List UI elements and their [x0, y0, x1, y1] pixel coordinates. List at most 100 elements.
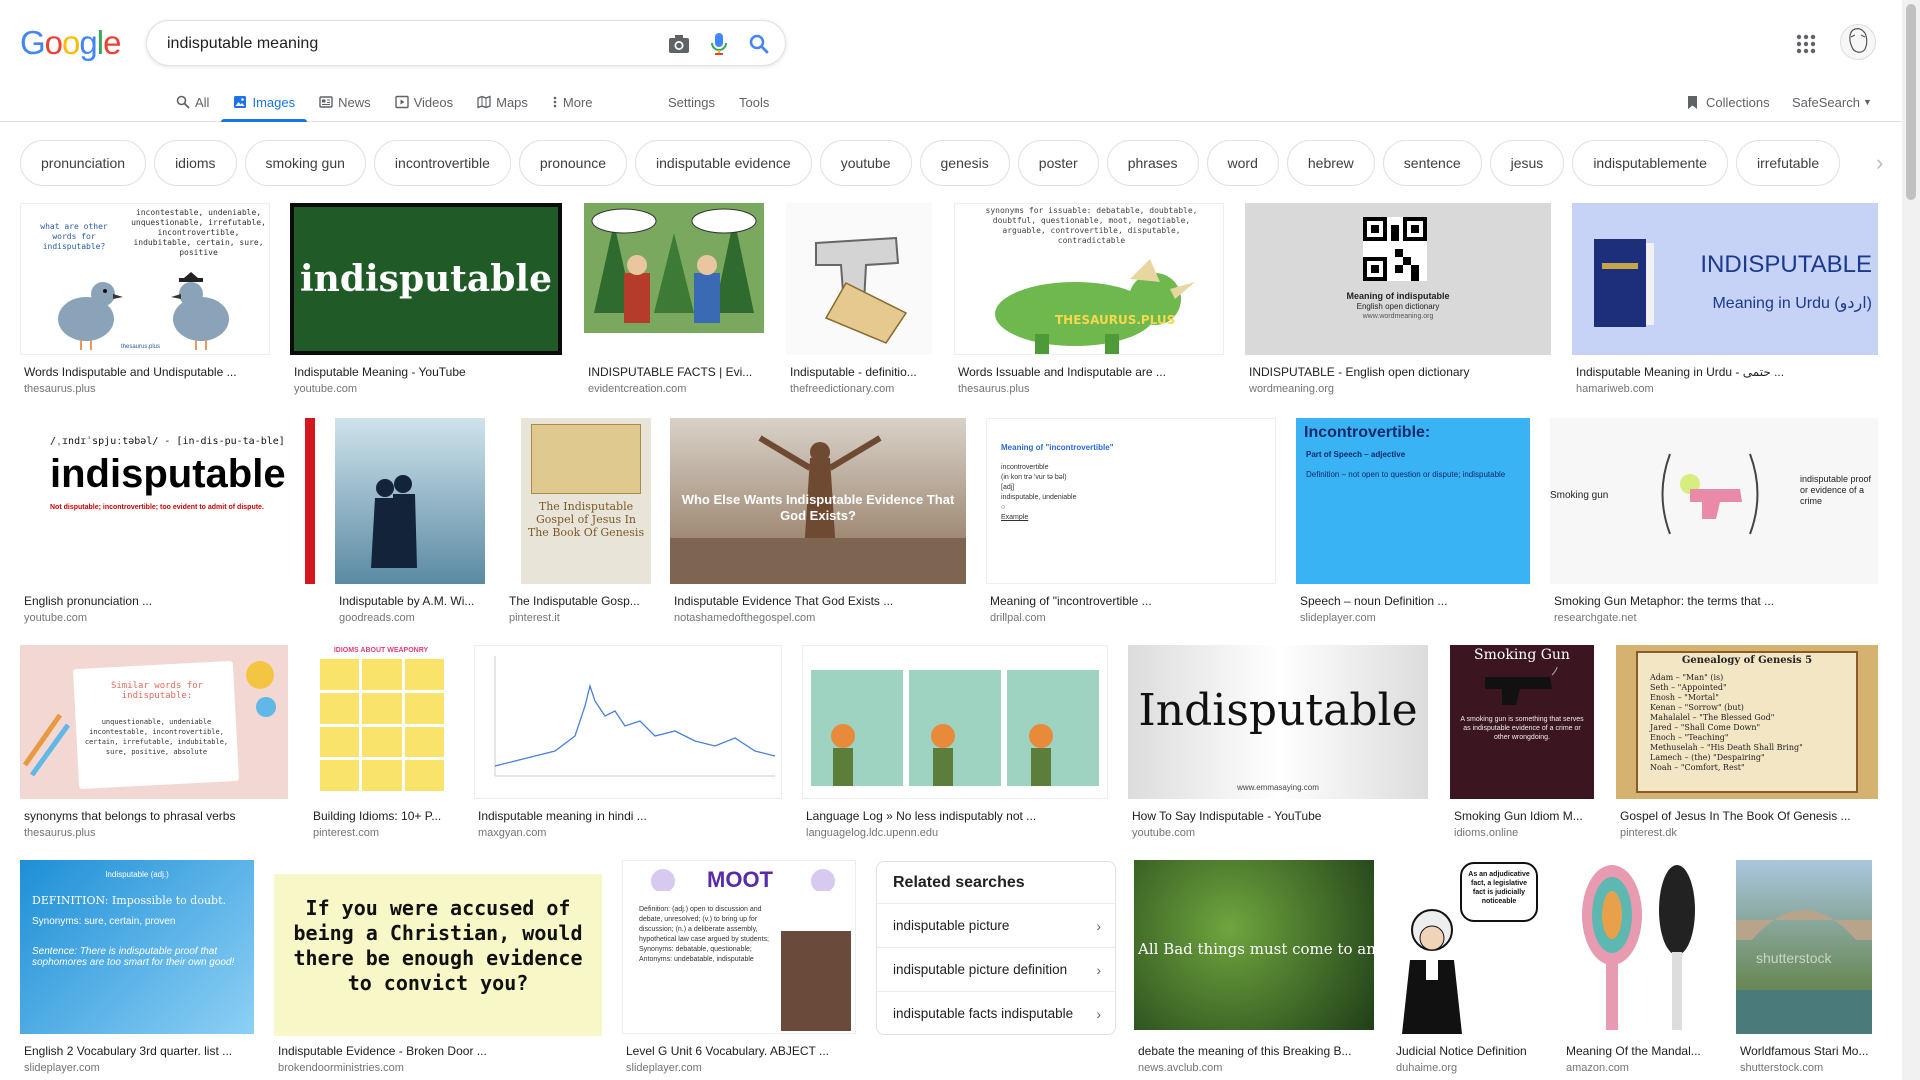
chip-sentence[interactable]: sentence — [1382, 140, 1482, 186]
image-result[interactable]: Smoking Gun A smoking gun is something t… — [1450, 645, 1594, 839]
chip-smoking-gun[interactable]: smoking gun — [244, 140, 366, 186]
thumbnail-couple-silhouette — [335, 418, 485, 584]
thumbnail-incontrovertible: Meaning of "incontrovertible" incontrove… — [986, 418, 1276, 584]
related-searches: Related searches indisputable picture › i… — [876, 861, 1116, 1035]
image-result[interactable]: Meaning of "incontrovertible" incontrove… — [986, 418, 1276, 624]
microphone-icon[interactable] — [707, 32, 731, 56]
image-result[interactable]: what are other words for indisputable? i… — [20, 203, 270, 395]
chip-jesus[interactable]: jesus — [1489, 140, 1565, 186]
collections-link[interactable]: Collections — [1686, 82, 1770, 122]
camera-icon[interactable] — [667, 32, 691, 56]
logo-letter: g — [79, 24, 97, 61]
thumbnail-comic — [802, 645, 1108, 799]
chip-incontrovertible[interactable]: incontrovertible — [373, 140, 511, 186]
thumbnail-urdu-dictionary: INDISPUTABLE Meaning in Urdu (اردو) — [1572, 203, 1878, 355]
chip-irrefutable[interactable]: irrefutable — [1735, 140, 1841, 186]
thumbnail-gun-paper — [786, 203, 932, 355]
logo-letter: o — [44, 24, 63, 61]
apps-grid-icon[interactable] — [1794, 32, 1818, 56]
chip-hebrew[interactable]: hebrew — [1286, 140, 1375, 186]
related-searches-title: Related searches — [893, 874, 1025, 891]
image-result[interactable]: MOOT Definition: (adj.) open to discussi… — [622, 860, 856, 1080]
related-search-item[interactable]: indisputable picture definition › — [877, 947, 1115, 991]
search-box[interactable] — [146, 20, 786, 66]
chevron-right-icon[interactable]: › — [1876, 150, 1900, 175]
image-result[interactable]: The Indisputable Gospel of Jesus In The … — [505, 418, 651, 624]
chip-phrases[interactable]: phrases — [1106, 140, 1199, 186]
thumbnail-pigeons: what are other words for indisputable? i… — [20, 203, 270, 355]
image-result[interactable]: Similar words for indisputable: unquesti… — [20, 645, 288, 839]
search-tabs: All Images News Videos Maps More — [164, 82, 605, 122]
thumbnail-judge-cartoon: As an adjudicative fact, a legislative f… — [1392, 860, 1542, 1034]
image-result[interactable]: indisputable Indisputable Meaning - YouT… — [290, 203, 562, 395]
chip-word[interactable]: word — [1206, 140, 1279, 186]
book-icon — [1594, 239, 1654, 327]
suggestion-chips: pronunciation idioms smoking gun incontrove… — [20, 140, 1880, 186]
image-result[interactable]: As an adjudicative fact, a legislative f… — [1392, 860, 1542, 1080]
news-icon — [319, 96, 333, 108]
image-result[interactable]: Indisputable www.emmasaying.com How To S… — [1128, 645, 1428, 839]
image-result[interactable]: Incontrovertible: Part of Speech – adjec… — [1296, 418, 1530, 624]
tab-images[interactable]: Images — [221, 82, 307, 122]
search-icon — [176, 95, 190, 109]
chip-pronunciation[interactable]: pronunciation — [20, 140, 147, 186]
related-search-item[interactable]: indisputable facts indisputable › — [877, 991, 1115, 1035]
safesearch-dropdown[interactable]: SafeSearch ▼ — [1792, 82, 1872, 122]
scrollbar-thumb[interactable] — [1906, 4, 1916, 200]
image-result[interactable]: Language Log » No less indisputably not … — [802, 645, 1108, 839]
chip-poster[interactable]: poster — [1017, 140, 1099, 186]
image-result[interactable]: Indisputable meaning in hindi ... maxgya… — [474, 645, 782, 839]
image-result[interactable]: IDIOMS ABOUT WEAPONRY Building Idioms: 1… — [309, 645, 458, 839]
search-input[interactable] — [167, 32, 627, 56]
chip-pronounce[interactable]: pronounce — [518, 140, 628, 186]
image-result[interactable]: Indisputable (adj.) DEFINITION: Impossib… — [20, 860, 254, 1080]
tab-news[interactable]: News — [307, 82, 383, 122]
image-icon — [234, 96, 247, 108]
search-icon[interactable] — [747, 32, 771, 56]
chip-indisputable-evidence[interactable]: indisputable evidence — [635, 140, 812, 186]
thumbnail-smoking-gun-metaphor: Smoking gun indisputable proof or eviden… — [1550, 418, 1878, 584]
chip-indisputablemente[interactable]: indisputablemente — [1572, 140, 1728, 186]
image-result[interactable]: /ˌɪndɪˈspjuːtəbəl/ - [in-dis-pu-ta-ble] … — [20, 418, 315, 624]
settings-link[interactable]: Settings — [668, 82, 715, 122]
image-result[interactable]: Indisputable by A.M. Wi... goodreads.com — [335, 418, 485, 624]
thumbnail-qr-code: Meaning of indisputable English open dic… — [1245, 203, 1551, 355]
image-result[interactable]: Who Else Wants Indisputable Evidence Tha… — [670, 418, 966, 624]
thumbnail-stari-most: shutterstock — [1736, 860, 1872, 1034]
tab-more[interactable]: More — [540, 82, 605, 122]
chip-idioms[interactable]: idioms — [154, 140, 237, 186]
image-result[interactable]: Meaning Of the Mandal... amazon.com — [1562, 860, 1716, 1080]
page-scrollbar[interactable] — [1902, 0, 1920, 1080]
avatar[interactable] — [1840, 24, 1876, 60]
video-icon — [394, 95, 409, 109]
caret-down-icon: ▼ — [1862, 97, 1872, 107]
logo-letter: o — [62, 24, 80, 61]
thumbnail-genesis-genealogy: Genealogy of Genesis 5 Adam – "Man" (is)… — [1616, 645, 1878, 799]
image-result[interactable]: Indisputable - definitio... thefreedicti… — [786, 203, 932, 395]
chevron-right-icon: › — [1096, 917, 1101, 934]
tab-videos[interactable]: Videos — [383, 82, 466, 122]
related-search-item[interactable]: indisputable picture › — [877, 903, 1115, 947]
logo-letter: G — [20, 24, 46, 61]
chip-genesis[interactable]: genesis — [919, 140, 1010, 186]
image-result[interactable]: INDISPUTABLE FACTS | Evi... evidentcreat… — [584, 203, 764, 395]
image-result[interactable]: shutterstock Worldfamous Stari Mo... shu… — [1736, 860, 1878, 1080]
tab-maps[interactable]: Maps — [465, 82, 540, 122]
tab-all[interactable]: All — [164, 82, 221, 122]
image-result[interactable]: THESAURUS.PLUS synonyms for issuable: de… — [954, 203, 1224, 395]
thumbnail-english-vocab: Indisputable (adj.) DEFINITION: Impossib… — [20, 860, 254, 1034]
image-result[interactable]: Meaning of indisputable English open dic… — [1245, 203, 1551, 395]
tools-link[interactable]: Tools — [739, 82, 769, 122]
thumbnail-pronunciation: /ˌɪndɪˈspjuːtəbəl/ - [in-dis-pu-ta-ble] … — [20, 418, 315, 584]
thumbnail-smoking-gun-idiom: Smoking Gun A smoking gun is something t… — [1450, 645, 1594, 799]
image-result[interactable]: All Bad things must come to an debate th… — [1134, 860, 1374, 1080]
image-result[interactable]: Smoking gun indisputable proof or eviden… — [1550, 418, 1878, 624]
chip-youtube[interactable]: youtube — [819, 140, 912, 186]
image-result[interactable]: If you were accused of being a Christian… — [274, 860, 602, 1080]
thumbnail-speech-definition: Incontrovertible: Part of Speech – adjec… — [1296, 418, 1530, 584]
google-logo[interactable]: Google — [20, 24, 121, 62]
image-result[interactable]: Genealogy of Genesis 5 Adam – "Man" (is)… — [1616, 645, 1878, 839]
thumbnail-mandala-brush — [1562, 860, 1716, 1034]
image-result[interactable]: INDISPUTABLE Meaning in Urdu (اردو) Indi… — [1572, 203, 1878, 395]
thumbnail-indisputable-word: Indisputable www.emmasaying.com — [1128, 645, 1428, 799]
